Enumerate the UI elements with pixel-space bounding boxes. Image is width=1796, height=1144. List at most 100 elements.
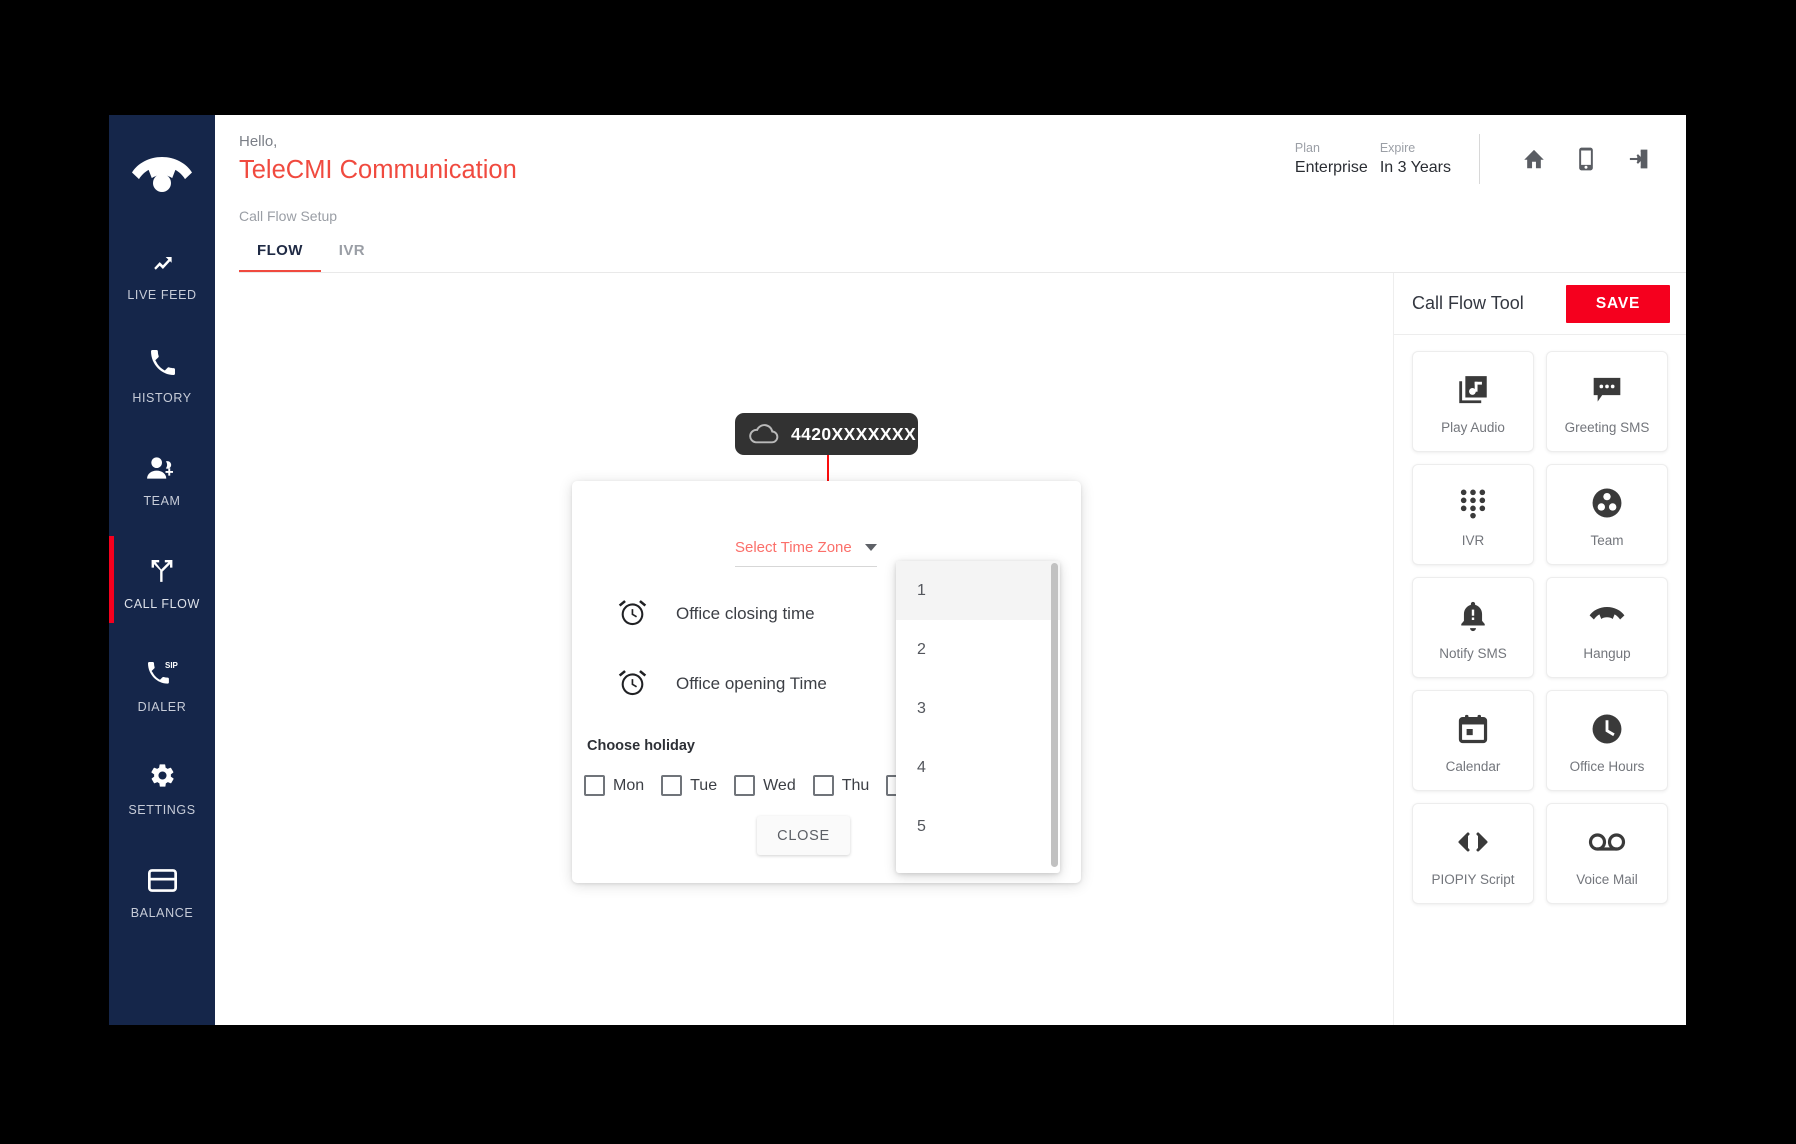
office-closing-time-label: Office closing time — [676, 603, 815, 623]
sub-header: Call Flow Setup FLOW IVR — [215, 203, 1686, 273]
sidebar-item-label: BALANCE — [130, 905, 194, 920]
timezone-dropdown[interactable]: 1 2 3 4 5 — [896, 561, 1060, 873]
dropdown-scrollbar[interactable] — [1051, 563, 1058, 867]
day-label-thu: Thu — [841, 776, 870, 794]
logout-icon — [1625, 146, 1651, 172]
sidebar-item-label: TEAM — [143, 493, 181, 508]
dropdown-option-1[interactable]: 1 — [896, 561, 1060, 620]
main-area: Hello, TeleCMI Communication Plan Enterp… — [215, 115, 1686, 1025]
tool-card-hangup[interactable]: Hangup — [1546, 577, 1668, 678]
flow-canvas[interactable]: 4420XXXXXXX Select Time Zone Office clos… — [215, 273, 1393, 1025]
tool-card-office-hours[interactable]: Office Hours — [1546, 690, 1668, 791]
home-icon — [1521, 146, 1547, 172]
flow-node-label: 4420XXXXXXX — [791, 423, 917, 444]
sidebar-item-balance[interactable]: BALANCE — [109, 837, 215, 940]
day-label-mon: Mon — [613, 776, 645, 794]
sidebar-item-dialer[interactable]: SIP DIALER — [109, 631, 215, 734]
tool-card-voice-mail[interactable]: Voice Mail — [1546, 803, 1668, 904]
tool-panel-header: Call Flow Tool SAVE — [1394, 273, 1686, 335]
expire-cell: Expire In 3 Years — [1380, 139, 1451, 179]
office-opening-time-label: Office opening Time — [676, 673, 827, 693]
call-split-icon — [148, 549, 176, 583]
tab-flow[interactable]: FLOW — [239, 242, 321, 273]
dropdown-option-2[interactable]: 2 — [896, 620, 1060, 679]
chat-bubble-icon — [1590, 368, 1624, 412]
sidebar-item-label: SETTINGS — [128, 802, 196, 817]
sidebar: LIVE FEED HISTORY TEAM CALL FLOW SIP DIA… — [109, 115, 215, 1025]
sidebar-item-call-flow[interactable]: CALL FLOW — [109, 528, 215, 631]
person-add-icon — [146, 446, 178, 480]
choose-holiday-label: Choose holiday — [587, 738, 695, 754]
clock-icon — [1590, 707, 1624, 751]
save-button[interactable]: SAVE — [1566, 284, 1670, 323]
sidebar-item-label: CALL FLOW — [124, 596, 200, 611]
cloud-icon — [748, 423, 779, 445]
sidebar-item-team[interactable]: TEAM — [109, 425, 215, 528]
bell-alert-icon — [1457, 594, 1489, 638]
tool-card-piopiy-script[interactable]: PIOPIY Script — [1412, 803, 1534, 904]
dropdown-option-4[interactable]: 4 — [896, 738, 1060, 797]
dialpad-icon — [1457, 481, 1489, 525]
code-brackets-icon — [1455, 820, 1491, 864]
header-right: Plan Enterprise Expire In 3 Years — [1295, 133, 1664, 185]
checkbox-wed[interactable] — [734, 775, 756, 796]
tool-label: Greeting SMS — [1564, 420, 1650, 435]
breadcrumb: Call Flow Setup — [239, 208, 338, 224]
office-opening-time-row[interactable]: Office opening Time — [617, 668, 827, 699]
office-closing-time-row[interactable]: Office closing time — [617, 598, 815, 629]
tool-label: PIOPIY Script — [1431, 872, 1515, 887]
group-circle-icon — [1590, 481, 1624, 525]
dropdown-option-5[interactable]: 5 — [896, 797, 1060, 856]
greeting-hello: Hello, — [239, 133, 278, 150]
tool-label: Office Hours — [1569, 759, 1645, 774]
call-flow-tool-panel: Call Flow Tool SAVE Play Audio Greeting … — [1393, 273, 1686, 1025]
logout-button[interactable] — [1612, 133, 1664, 185]
dropdown-option-3[interactable]: 3 — [896, 679, 1060, 738]
phone-sip-icon: SIP — [146, 652, 178, 686]
tool-label: Notify SMS — [1439, 646, 1507, 661]
timezone-select[interactable]: Select Time Zone — [735, 539, 877, 567]
day-label-wed: Wed — [763, 776, 796, 794]
sidebar-item-live-feed[interactable]: LIVE FEED — [109, 219, 215, 322]
tool-label: Play Audio — [1441, 420, 1505, 435]
tool-card-calendar[interactable]: Calendar — [1412, 690, 1534, 791]
tab-ivr[interactable]: IVR — [321, 242, 383, 273]
holiday-day-row: Mon Tue Wed Thu Fr — [584, 775, 939, 796]
tool-grid: Play Audio Greeting SMS IVR Team Notify … — [1394, 335, 1686, 920]
sidebar-item-settings[interactable]: SETTINGS — [109, 734, 215, 837]
home-button[interactable] — [1508, 133, 1560, 185]
svg-text:SIP: SIP — [165, 661, 178, 670]
sidebar-item-label: LIVE FEED — [127, 287, 197, 302]
flow-node-did[interactable]: 4420XXXXXXX — [735, 413, 918, 455]
account-name: TeleCMI Communication — [239, 156, 517, 184]
gear-icon — [149, 755, 176, 789]
music-library-icon — [1456, 368, 1490, 412]
tool-panel-title: Call Flow Tool — [1412, 293, 1524, 313]
tool-card-team[interactable]: Team — [1546, 464, 1668, 565]
checkbox-thu[interactable] — [812, 775, 834, 796]
voicemail-icon — [1588, 820, 1626, 864]
credit-card-icon — [147, 858, 177, 892]
phone-hangup-icon — [1589, 594, 1625, 638]
expire-caption: Expire — [1379, 141, 1416, 155]
sidebar-item-history[interactable]: HISTORY — [109, 322, 215, 425]
tool-label: Hangup — [1583, 646, 1631, 661]
tool-card-greeting-sms[interactable]: Greeting SMS — [1546, 351, 1668, 452]
tool-label: IVR — [1461, 533, 1485, 548]
mobile-icon — [1573, 146, 1599, 172]
app-window: LIVE FEED HISTORY TEAM CALL FLOW SIP DIA… — [109, 115, 1686, 1025]
checkbox-mon[interactable] — [584, 775, 605, 796]
close-button[interactable]: CLOSE — [757, 816, 850, 855]
dropdown-option-list: 1 2 3 4 5 — [896, 561, 1060, 873]
plan-cell: Plan Enterprise — [1295, 139, 1368, 179]
tool-card-notify-sms[interactable]: Notify SMS — [1412, 577, 1534, 678]
tool-label: Team — [1590, 533, 1624, 548]
greeting-block: Hello, TeleCMI Communication — [239, 132, 517, 186]
tool-card-play-audio[interactable]: Play Audio — [1412, 351, 1534, 452]
checkbox-tue[interactable] — [661, 775, 683, 796]
alarm-clock-icon — [617, 598, 648, 629]
phone-icon — [149, 343, 176, 377]
mobile-app-button[interactable] — [1560, 133, 1612, 185]
tool-card-ivr[interactable]: IVR — [1412, 464, 1534, 565]
alarm-clock-icon — [617, 668, 648, 699]
